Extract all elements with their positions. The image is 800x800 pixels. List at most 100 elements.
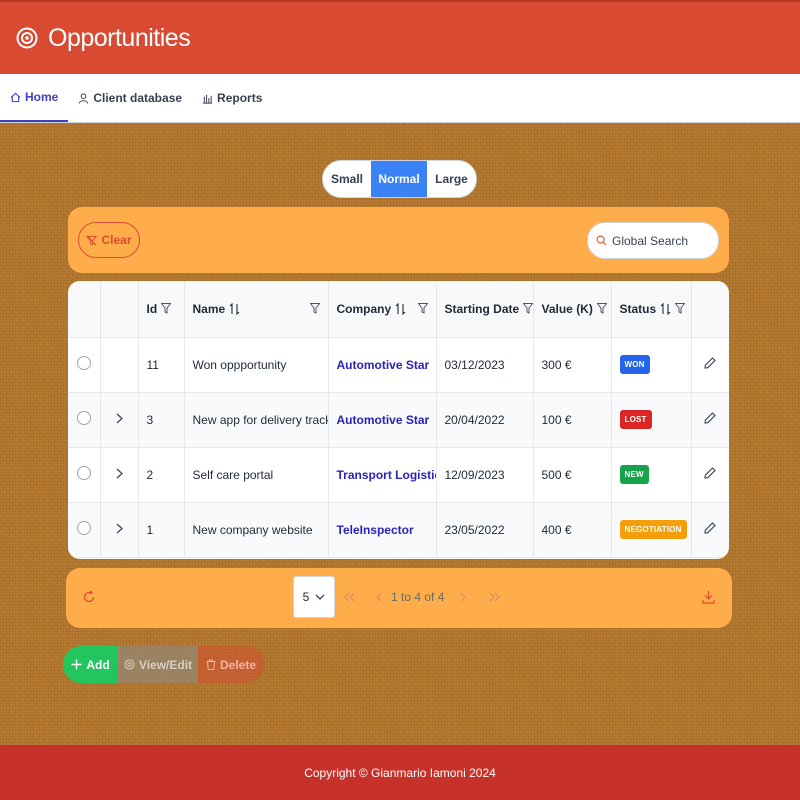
nav-item-label: Reports — [217, 91, 263, 105]
company-link[interactable]: TeleInspector — [337, 523, 414, 537]
sort-icon[interactable] — [395, 302, 406, 315]
nav-item-client-database[interactable]: Client database — [68, 74, 192, 122]
row-select-cell[interactable] — [68, 337, 101, 393]
table-header-row: Id Name Company Starting Date Value (K) … — [68, 281, 729, 338]
copyright-text: Copyright © Gianmario Iamoni 2024 — [304, 765, 496, 780]
nav-item-reports[interactable]: Reports — [192, 74, 272, 122]
previous-page-icon[interactable] — [376, 592, 382, 602]
chevron-down-icon — [315, 594, 325, 601]
first-page-icon[interactable] — [344, 592, 355, 602]
company-link[interactable]: Transport Logistics — [337, 468, 436, 482]
pencil-icon[interactable] — [704, 522, 717, 534]
chevron-right-icon[interactable] — [116, 523, 123, 534]
download-icon[interactable] — [702, 590, 715, 604]
status-badge: LOST — [619, 410, 652, 429]
pencil-icon[interactable] — [704, 357, 717, 369]
opportunities-table: Id Name Company Starting Date Value (K) … — [68, 281, 729, 559]
filter-icon[interactable] — [417, 303, 428, 315]
filter-icon[interactable] — [675, 303, 686, 315]
row-select-radio[interactable] — [76, 356, 91, 370]
row-select-cell[interactable] — [68, 502, 101, 558]
table-toolbar: Clear — [68, 207, 729, 273]
column-label: Name — [192, 301, 226, 316]
table-row[interactable]: 1 New company website TeleInspector 23/05/2… — [68, 502, 729, 558]
cell-starting-date: 03/12/2023 — [436, 337, 534, 393]
row-expand-cell[interactable] — [100, 447, 139, 503]
cell-status: LOST — [611, 392, 692, 448]
row-select-radio[interactable] — [76, 466, 91, 480]
target-icon — [16, 27, 38, 49]
column-header-status[interactable]: Status — [611, 281, 692, 338]
edit-column-header — [691, 281, 729, 338]
refresh-icon[interactable] — [82, 590, 96, 604]
cell-name: New app for delivery tracking — [184, 392, 329, 448]
cell-id: 3 — [138, 392, 185, 448]
row-expand-cell[interactable] — [100, 392, 139, 448]
table-row[interactable]: 3New app for delivery tracking Automotive… — [68, 392, 729, 448]
cell-company: TeleInspector — [328, 502, 437, 558]
sort-icon[interactable] — [660, 302, 671, 315]
bar-chart-icon — [202, 93, 213, 104]
last-page-icon[interactable] — [489, 592, 500, 602]
chevron-right-icon[interactable] — [116, 468, 123, 479]
row-expand-cell[interactable] — [100, 502, 139, 558]
view-edit-button[interactable]: View/Edit — [118, 646, 198, 683]
filter-icon[interactable] — [596, 303, 607, 315]
size-option-normal[interactable]: Normal — [371, 161, 427, 197]
column-label: Value (K) — [541, 301, 593, 316]
cell-starting-date: 20/04/2022 — [436, 392, 534, 448]
column-header-starting-date[interactable]: Starting Date — [436, 281, 534, 338]
column-label: Starting Date — [444, 301, 520, 316]
cell-company: Transport Logistics — [328, 447, 437, 503]
global-search-input[interactable] — [612, 233, 708, 248]
pencil-icon[interactable] — [704, 467, 717, 479]
cell-id: 11 — [138, 337, 185, 393]
filter-icon[interactable] — [309, 303, 320, 315]
row-select-radio[interactable] — [76, 411, 91, 425]
size-option-large[interactable]: Large — [427, 161, 476, 197]
nav-item-label: Client database — [93, 91, 183, 105]
cell-name: Self care portal — [184, 447, 329, 503]
sort-icon[interactable] — [229, 302, 240, 315]
cell-value: 300 € — [533, 337, 612, 393]
cell-edit — [691, 502, 729, 558]
cell-starting-date: 12/09/2023 — [436, 447, 534, 503]
row-select-cell[interactable] — [68, 392, 101, 448]
paginator: 5 1 to 4 of 4 — [66, 568, 732, 628]
search-icon — [596, 235, 607, 246]
chevron-right-icon[interactable] — [116, 413, 123, 424]
column-header-value[interactable]: Value (K) — [533, 281, 612, 338]
nav-item-home[interactable]: Home — [0, 74, 69, 122]
table-row[interactable]: 2Self care portal Transport Logistics12/0… — [68, 447, 729, 503]
cell-name: Won oppportunity — [184, 337, 329, 393]
column-header-company[interactable]: Company — [328, 281, 437, 338]
row-select-radio[interactable] — [76, 521, 91, 535]
filter-icon[interactable] — [523, 303, 532, 315]
status-badge: WON — [619, 355, 650, 374]
cell-value: 100 € — [533, 392, 612, 448]
column-header-id[interactable]: Id — [138, 281, 185, 338]
size-option-small[interactable]: Small — [323, 161, 371, 197]
expand-column-header — [100, 281, 139, 338]
cell-id: 2 — [138, 447, 185, 503]
row-select-cell[interactable] — [68, 447, 101, 503]
column-label: Id — [146, 301, 158, 316]
add-button[interactable]: Add — [63, 646, 118, 683]
nav-item-label: Home — [25, 90, 59, 104]
column-header-name[interactable]: Name — [184, 281, 329, 338]
row-actions: Add View/Edit Delete — [63, 646, 264, 683]
company-link[interactable]: Automotive Star — [337, 413, 430, 427]
cell-value: 500 € — [533, 447, 612, 503]
cell-edit — [691, 392, 729, 448]
company-link[interactable]: Automotive Star — [337, 358, 430, 372]
clear-filters-button[interactable]: Clear — [78, 222, 140, 258]
table-row[interactable]: 11 Won oppportunity Automotive Star 03/12/2… — [68, 337, 729, 393]
column-label: Company — [336, 301, 392, 316]
delete-button[interactable]: Delete — [198, 646, 264, 683]
cell-company: Automotive Star — [328, 392, 437, 448]
column-label: Status — [619, 301, 657, 316]
filter-icon[interactable] — [161, 303, 172, 315]
next-page-icon[interactable] — [460, 592, 466, 602]
pencil-icon[interactable] — [704, 412, 717, 424]
rows-per-page-dropdown[interactable]: 5 — [293, 576, 335, 618]
